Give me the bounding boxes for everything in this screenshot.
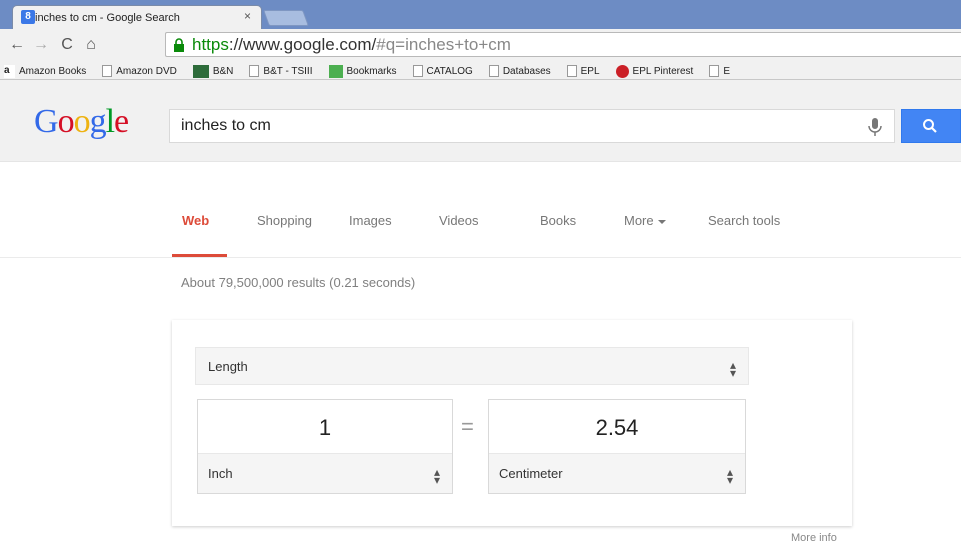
browser-titlebar: 8 inches to cm - Google Search × [0,0,961,29]
tab-more[interactable]: More [624,213,666,228]
bookmark-bookmarks[interactable]: Bookmarks [328,64,397,78]
bookmark-catalog[interactable]: CATALOG [412,65,473,77]
bookmark-bn[interactable]: B&N [192,64,233,78]
tab-videos[interactable]: Videos [439,213,479,228]
result-tabs: Web Shopping Images Videos Books More Se… [0,162,961,257]
category-select[interactable]: Length ▴ ▾ [195,347,749,385]
google-header: Google inches to cm [0,80,961,162]
page-icon [566,65,577,77]
address-bar[interactable]: https://www.google.com/#q=inches+to+cm [165,32,961,57]
bookmarks-bar: a Amazon Books Amazon DVD B&N B&T - TSII… [0,62,961,80]
tab-images[interactable]: Images [349,213,392,228]
tab-search-tools[interactable]: Search tools [708,213,780,228]
bookmark-bt-tsiii[interactable]: B&T - TSIII [249,65,313,77]
from-unit-select[interactable]: Inch ▴ ▾ [198,453,452,493]
to-unit-select[interactable]: Centimeter ▴ ▾ [489,453,745,493]
search-input[interactable]: inches to cm [169,109,895,143]
updown-arrow-icon: ▴ ▾ [729,358,736,380]
google-logo[interactable]: Google [34,103,129,141]
equals-sign: = [461,414,474,439]
tab-close-icon[interactable]: × [244,9,251,23]
to-converter-box: 2.54 Centimeter ▴ ▾ [488,399,746,494]
from-converter-box: 1 Inch ▴ ▾ [197,399,453,494]
pinterest-icon [615,64,629,78]
bookmark-amazon-books[interactable]: a Amazon Books [4,64,86,78]
updown-arrow-icon: ▴ ▾ [433,465,440,487]
from-value-input[interactable]: 1 [198,400,452,455]
bookmark-epl-pinterest[interactable]: EPL Pinterest [615,64,693,78]
bookmark-e[interactable]: E [709,65,730,77]
home-icon[interactable]: ⌂ [80,34,102,56]
bookmark-databases[interactable]: Databases [488,65,551,77]
updown-arrow-icon: ▴ ▾ [726,465,733,487]
tab-title: inches to cm - Google Search [35,11,180,24]
unit-converter-card: Length ▴ ▾ 1 Inch ▴ ▾ = 2.54 Centimeter ▴ ▾ [172,320,852,526]
more-caret-icon [657,219,666,224]
google-favicon-icon: 8 [21,10,35,24]
page-icon [249,65,260,77]
browser-tab[interactable]: 8 inches to cm - Google Search × [12,5,262,29]
bn-icon [192,64,209,78]
bookmark-amazon-dvd[interactable]: Amazon DVD [102,65,177,77]
url-text: https://www.google.com/#q=inches+to+cm [192,34,511,54]
search-query: inches to cm [181,117,271,134]
tab-shopping[interactable]: Shopping [257,213,312,228]
reload-icon[interactable]: C [56,34,78,56]
tab-books[interactable]: Books [540,213,576,228]
microphone-icon[interactable] [866,117,884,137]
search-button[interactable] [901,109,961,143]
new-tab-button[interactable] [263,10,309,26]
to-value-input[interactable]: 2.54 [489,400,745,455]
amazon-icon: a [4,64,15,78]
page-icon [709,65,720,77]
result-stats: About 79,500,000 results (0.21 seconds) [181,275,416,290]
bookmark-epl[interactable]: EPL [566,65,600,77]
more-info-link[interactable]: More info [791,532,837,544]
page-icon [488,65,499,77]
header-divider [0,257,961,258]
forward-arrow-icon[interactable]: → [30,34,52,56]
browser-toolbar: ← → C ⌂ https://www.google.com/#q=inches… [0,29,961,80]
back-arrow-icon[interactable]: ← [6,34,28,56]
lock-icon [174,37,184,52]
search-icon [923,119,937,133]
category-label: Length [208,358,248,374]
bookmarks-icon [328,64,343,78]
tab-web[interactable]: Web [182,213,209,228]
page-icon [102,65,113,77]
page-icon [412,65,423,77]
